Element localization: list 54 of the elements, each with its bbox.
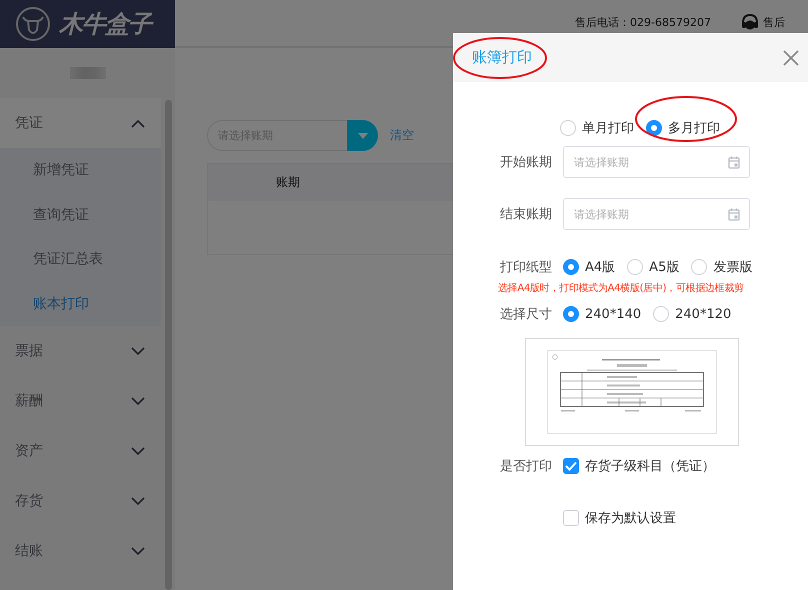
menu-group[interactable]: 票据: [0, 326, 161, 376]
chevron-down-icon: [131, 396, 145, 406]
logo-text: 木牛盒子: [59, 8, 151, 40]
menu-group[interactable]: 凭证: [0, 98, 161, 148]
phone-text: 售后电话：029-68579207: [575, 15, 711, 30]
bull-logo-icon: [15, 6, 51, 42]
menu-group-label: 薪酬: [15, 392, 43, 410]
radio-option[interactable]: A4版: [563, 258, 616, 276]
radio-option[interactable]: A5版: [627, 258, 680, 276]
radio-option[interactable]: 单月打印: [560, 110, 634, 146]
calendar-icon: [728, 156, 740, 169]
chevron-down-icon: [131, 346, 145, 356]
chevron-down-icon: [131, 446, 145, 456]
chevron-up-icon: [131, 118, 145, 128]
dropdown-button[interactable]: [347, 120, 378, 151]
radio-option[interactable]: 240*120: [653, 306, 732, 322]
radio-option[interactable]: 240*140: [563, 306, 642, 322]
date-field[interactable]: 请选择账期: [563, 146, 750, 178]
menu-group-label: 票据: [15, 342, 43, 360]
field-label: 结束账期: [500, 206, 550, 223]
date-field[interactable]: 请选择账期: [563, 198, 750, 230]
field-label: 打印纸型: [500, 259, 550, 276]
menu-item[interactable]: 查询凭证: [0, 192, 161, 237]
menu-group[interactable]: 存货: [0, 476, 161, 526]
menu-item[interactable]: 凭证汇总表: [0, 237, 161, 282]
column-header: 账期: [275, 174, 301, 191]
menu-group-label: 存货: [15, 492, 43, 510]
menu-item[interactable]: 账本打印: [0, 282, 161, 326]
field-label: 是否打印: [500, 458, 550, 475]
calendar-icon: [728, 208, 740, 221]
menu-group-label: 资产: [15, 442, 43, 460]
chevron-down-icon: [131, 546, 145, 556]
caret-down-icon: [358, 132, 368, 138]
headset-icon: [740, 14, 759, 30]
field-label: 开始账期: [500, 154, 550, 171]
menu-group[interactable]: 结账: [0, 526, 161, 576]
clear-link[interactable]: 清空: [390, 127, 414, 144]
checkbox-option[interactable]: 保存为默认设置: [563, 509, 676, 527]
checkmark-icon: [565, 461, 577, 471]
chevron-down-icon: [131, 496, 145, 506]
field-label: 选择尺寸: [500, 306, 550, 323]
menu-group[interactable]: 薪酬: [0, 376, 161, 426]
menu-group-label: 凭证: [15, 114, 43, 132]
menu-group-label: 结账: [15, 542, 43, 560]
radio-option[interactable]: 多月打印: [646, 110, 720, 146]
menu-group[interactable]: 资产: [0, 426, 161, 476]
checkbox-option[interactable]: 存货子级科目（凭证）: [563, 457, 715, 475]
menu-item[interactable]: 新增凭证: [0, 148, 161, 192]
dialog-title: 账簿打印: [472, 48, 532, 67]
blurred-username: [70, 67, 106, 79]
warning-text: 选择A4版时，打印模式为A4横版(居中)，可根据边框裁剪: [498, 282, 745, 296]
radio-option[interactable]: 发票版: [691, 258, 752, 276]
service-link[interactable]: 售后: [762, 15, 785, 30]
close-icon[interactable]: [783, 50, 799, 66]
